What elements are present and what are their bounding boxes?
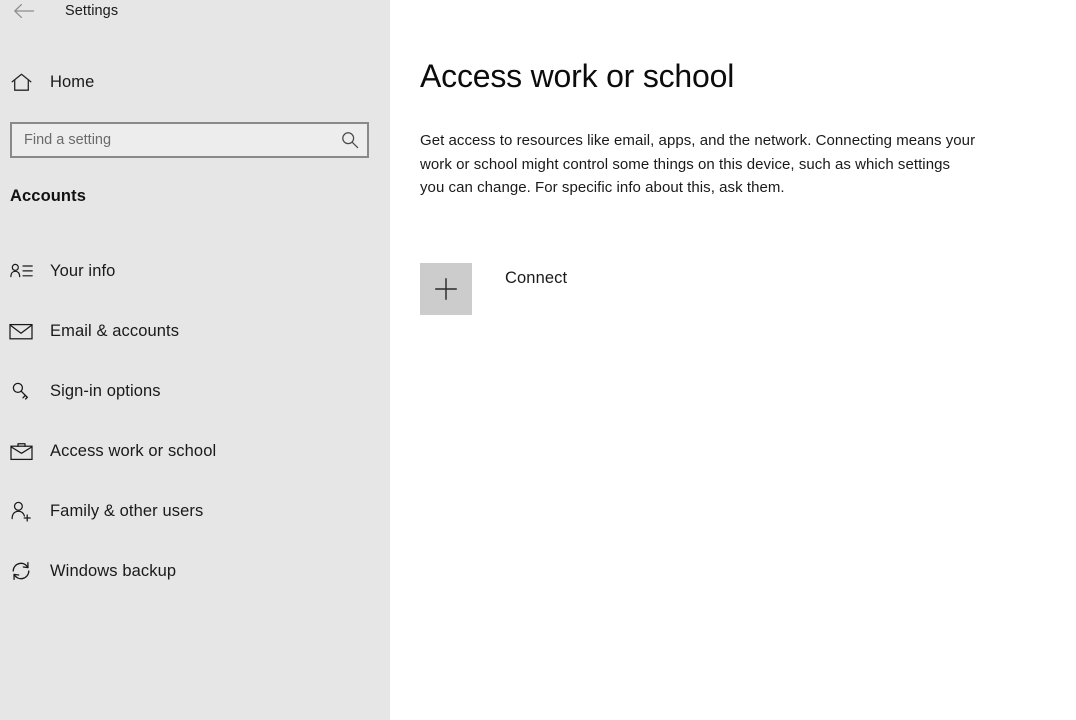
sidebar-item-email-accounts[interactable]: Email & accounts (0, 313, 390, 349)
envelope-icon (9, 319, 33, 343)
main-content: Access work or school Get access to reso… (390, 0, 1076, 720)
page-title: Access work or school (420, 58, 735, 94)
sidebar-item-label: Family & other users (50, 501, 204, 520)
key-icon (9, 379, 33, 403)
connect-button[interactable]: Connect (420, 263, 567, 315)
sidebar-item-label: Your info (50, 261, 116, 280)
search-icon[interactable] (333, 124, 367, 156)
connect-tile[interactable] (420, 263, 472, 315)
sidebar-item-label: Sign-in options (50, 381, 161, 400)
back-button[interactable] (0, 0, 48, 26)
sidebar-item-windows-backup[interactable]: Windows backup (0, 553, 390, 589)
home-label: Home (50, 72, 95, 91)
settings-sidebar: Settings Home Accounts (0, 0, 390, 720)
sidebar-item-label: Access work or school (50, 441, 217, 460)
app-title: Settings (65, 3, 119, 19)
sidebar-item-label: Windows backup (50, 561, 177, 580)
sidebar-nav-list: Your info Email & accounts Sign-in optio… (0, 253, 390, 613)
title-bar: Settings (0, 0, 390, 26)
sidebar-item-access-work-or-school[interactable]: Access work or school (0, 433, 390, 469)
sidebar-item-family-other-users[interactable]: Family & other users (0, 493, 390, 529)
contact-card-icon (9, 259, 33, 283)
sidebar-item-label: Email & accounts (50, 321, 180, 340)
briefcase-icon (9, 439, 33, 463)
sidebar-item-sign-in-options[interactable]: Sign-in options (0, 373, 390, 409)
back-arrow-icon (14, 3, 35, 19)
section-heading-accounts: Accounts (10, 187, 86, 205)
person-add-icon (9, 499, 33, 523)
connect-label: Connect (505, 268, 568, 287)
sync-refresh-icon (9, 559, 33, 583)
page-description: Get access to resources like email, apps… (420, 132, 976, 196)
sidebar-item-home[interactable]: Home (0, 64, 390, 100)
plus-icon (435, 278, 457, 300)
sidebar-item-your-info[interactable]: Your info (0, 253, 390, 289)
home-icon (9, 70, 33, 94)
search-input[interactable] (12, 124, 333, 156)
search-box[interactable] (10, 122, 369, 158)
